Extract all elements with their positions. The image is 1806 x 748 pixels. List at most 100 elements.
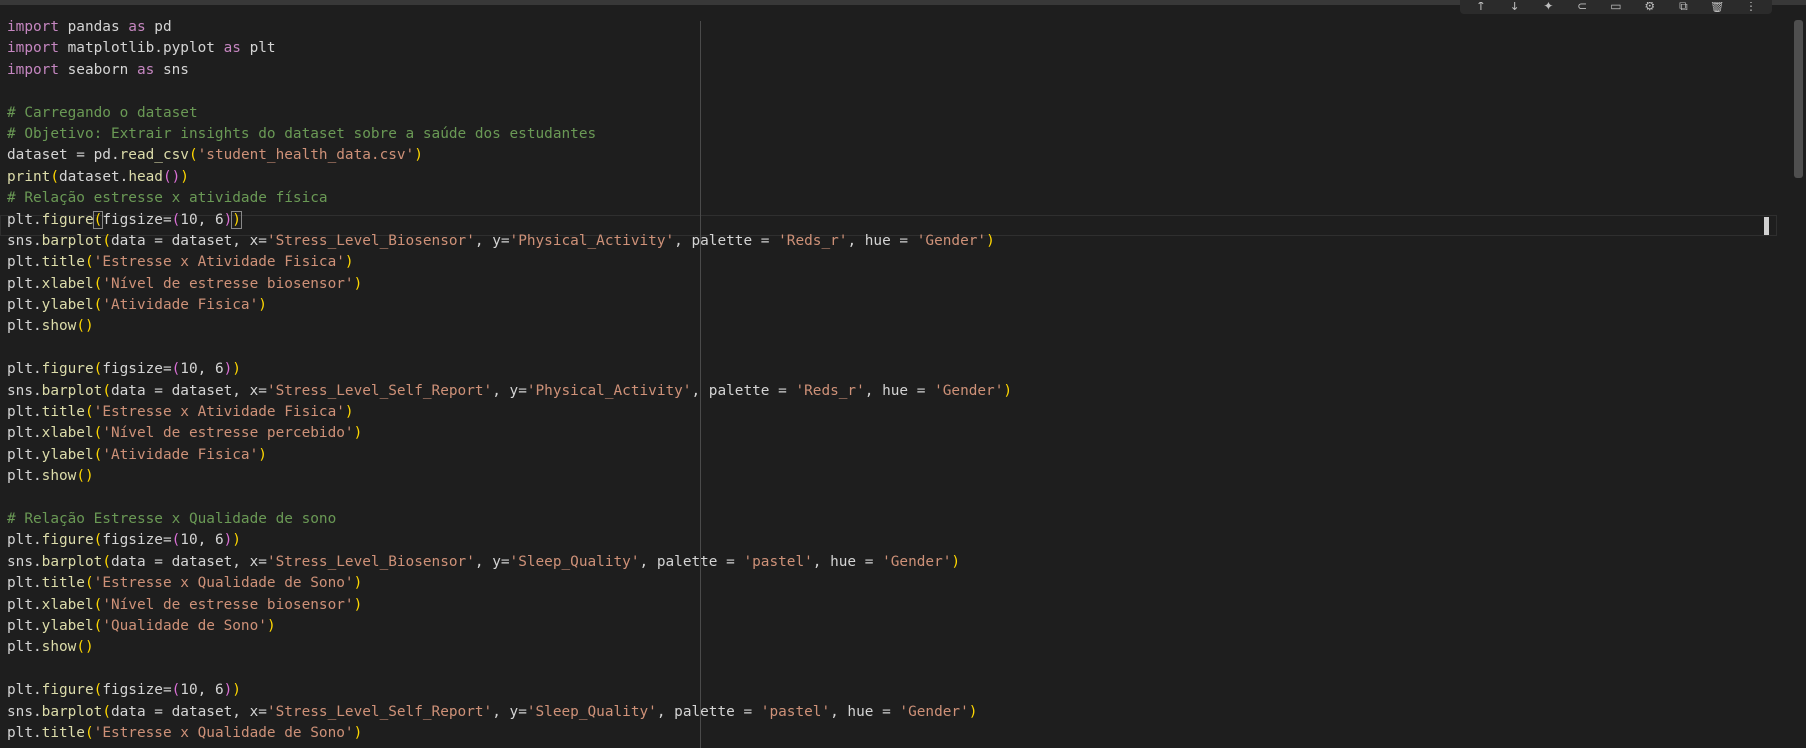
code-token: figsize=: [102, 361, 172, 378]
code-token: (: [171, 361, 181, 378]
code-token: (: [93, 682, 103, 699]
code-token: pd: [145, 19, 172, 35]
code-line[interactable]: sns.barplot(data = dataset, x='Stress_Le…: [7, 381, 1012, 402]
code-token: sns.: [7, 553, 42, 570]
code-token: (: [93, 275, 103, 292]
code-line[interactable]: # Relação estresse x atividade física: [7, 188, 1012, 209]
code-line[interactable]: plt.title('Estresse x Qualidade de Sono'…: [7, 723, 1012, 744]
code-line[interactable]: plt.title('Estresse x Atividade Fisica'): [7, 402, 1012, 423]
code-line[interactable]: plt.ylabel('Qualidade de Sono'): [7, 616, 1012, 637]
link-icon[interactable]: ⊂: [1572, 2, 1592, 14]
code-token: plt.: [7, 639, 42, 656]
code-token: (: [188, 147, 198, 164]
code-token: (: [84, 724, 94, 741]
code-token: import: [7, 19, 59, 35]
code-token: print: [7, 168, 51, 185]
code-token: (: [93, 297, 103, 314]
more-options-icon[interactable]: ⋮: [1741, 2, 1761, 14]
code-token: , hue =: [830, 703, 900, 720]
code-cell-editor[interactable]: import pandas as pd import matplotlib.pyp…: [0, 5, 1790, 748]
code-token: 'Estresse x Atividade Fisica': [93, 254, 345, 271]
code-line[interactable]: [7, 488, 1012, 509]
code-token: ylabel: [41, 617, 94, 634]
code-token: plt.: [7, 425, 42, 442]
code-token: 'Gender': [899, 703, 969, 720]
code-token: figure: [41, 211, 94, 228]
code-token: plt.: [7, 468, 42, 485]
code-token: 'Stress_Level_Biosensor': [266, 553, 475, 570]
code-line[interactable]: import matplotlib.pyplot as plt: [7, 38, 1012, 59]
code-line[interactable]: # Relação Estresse x Qualidade de sono: [7, 509, 1012, 530]
code-line[interactable]: plt.show(): [7, 466, 1012, 487]
trash-icon[interactable]: 🗑: [1707, 2, 1727, 14]
code-token: (: [171, 682, 181, 699]
code-line[interactable]: [7, 81, 1012, 102]
code-line[interactable]: plt.ylabel('Atividade Fisica'): [7, 445, 1012, 466]
code-line[interactable]: plt.ylabel('Atividade Fisica'): [7, 295, 1012, 316]
code-line[interactable]: plt.xlabel('Nível de estresse biosensor'…: [7, 274, 1012, 295]
code-token: , y=: [474, 232, 510, 249]
code-token: title: [41, 254, 85, 271]
code-line[interactable]: plt.figure(figsize=(10, 6)): [7, 359, 1012, 380]
code-line[interactable]: import pandas as pd: [7, 17, 1012, 38]
code-token: barplot: [41, 553, 103, 570]
code-token: (: [92, 210, 104, 229]
code-token: , y=: [474, 553, 510, 570]
code-line[interactable]: plt.xlabel('Nível de estresse percebido'…: [7, 423, 1012, 444]
code-token: pandas: [58, 19, 129, 35]
code-token: read_csv: [119, 147, 189, 164]
code-token: xlabel: [41, 596, 94, 613]
open-external-icon[interactable]: ⧉: [1673, 2, 1693, 14]
code-token: (: [93, 425, 103, 442]
move-down-icon[interactable]: ↓: [1505, 2, 1525, 14]
comment-icon[interactable]: ▭: [1606, 2, 1626, 14]
code-token: as: [128, 19, 146, 35]
code-line[interactable]: plt.show(): [7, 637, 1012, 658]
gear-icon[interactable]: ⚙: [1640, 2, 1660, 14]
code-line[interactable]: plt.xlabel('Nível de estresse biosensor'…: [7, 595, 1012, 616]
code-token: 'Estresse x Qualidade de Sono': [93, 724, 354, 741]
code-token: 'Stress_Level_Self_Report': [266, 382, 493, 399]
code-token: 'student_health_data.csv': [197, 147, 415, 164]
code-token: ): [258, 446, 267, 463]
code-line[interactable]: sns.barplot(data = dataset, x='Stress_Le…: [7, 702, 1012, 723]
code-token: 'Sleep_Quality': [509, 553, 640, 570]
code-token: 10, 6: [180, 682, 224, 699]
code-line[interactable]: plt.show(): [7, 316, 1012, 337]
code-token: , palette =: [656, 703, 761, 720]
code-line[interactable]: dataset = pd.read_csv('student_health_da…: [7, 145, 1012, 166]
code-token: figure: [41, 532, 94, 549]
code-token: 'Physical_Activity': [526, 382, 692, 399]
code-line[interactable]: plt.figure(figsize=(10, 6)): [7, 680, 1012, 701]
code-token: ): [232, 682, 241, 699]
sparkle-icon[interactable]: ✦: [1538, 2, 1558, 14]
code-line[interactable]: [7, 659, 1012, 680]
code-token: # Objetivo: Extrair insights do dataset …: [7, 125, 597, 142]
code-line[interactable]: # Carregando o dataset: [7, 103, 1012, 124]
code-token: ): [266, 617, 276, 634]
code-token: xlabel: [41, 425, 94, 442]
code-line[interactable]: # Objetivo: Extrair insights do dataset …: [7, 124, 1012, 145]
code-token: plt.: [7, 297, 42, 314]
code-token: (: [102, 232, 111, 249]
scrollbar-thumb[interactable]: [1794, 20, 1803, 178]
code-line[interactable]: sns.barplot(data = dataset, x='Stress_Le…: [7, 231, 1012, 252]
code-line[interactable]: print(dataset.head()): [7, 167, 1012, 188]
code-token: # Relação estresse x atividade física: [7, 190, 328, 207]
code-token: plt.: [7, 211, 42, 228]
code-line[interactable]: plt.title('Estresse x Qualidade de Sono'…: [7, 573, 1012, 594]
code-token: 'Nível de estresse biosensor': [102, 275, 354, 292]
code-token: plt.: [7, 254, 42, 271]
code-token: figsize=: [102, 682, 172, 699]
code-line[interactable]: import seaborn as sns: [7, 60, 1012, 81]
code-content[interactable]: import pandas as pd import matplotlib.pyp…: [7, 17, 1012, 744]
code-line[interactable]: [7, 338, 1012, 359]
code-token: figure: [41, 682, 94, 699]
code-line[interactable]: sns.barplot(data = dataset, x='Stress_Le…: [7, 552, 1012, 573]
code-line[interactable]: plt.figure(figsize=(10, 6)): [7, 530, 1012, 551]
code-line[interactable]: plt.title('Estresse x Atividade Fisica'): [7, 252, 1012, 273]
move-up-icon[interactable]: ↑: [1471, 2, 1491, 14]
code-line[interactable]: plt.figure(figsize=(10, 6)): [7, 210, 1012, 231]
code-token: data = dataset, x=: [110, 232, 267, 249]
code-token: , hue =: [847, 232, 917, 249]
